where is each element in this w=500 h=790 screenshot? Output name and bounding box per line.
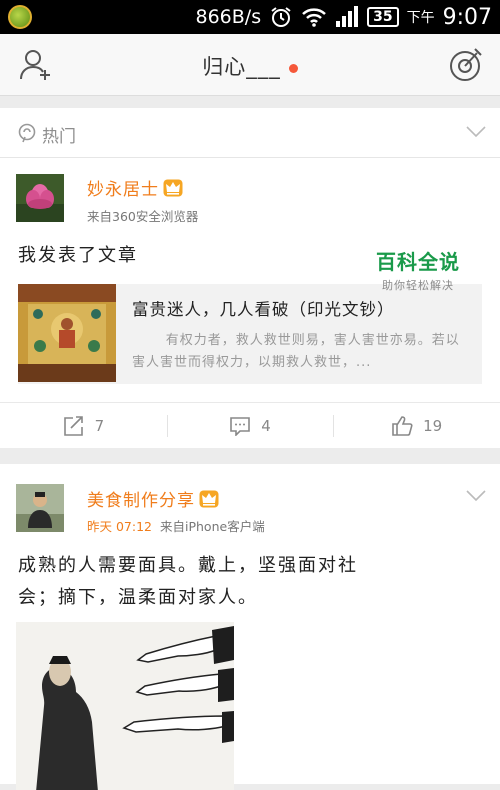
like-count: 19 xyxy=(423,416,443,435)
top-bar: 归心___ xyxy=(0,34,500,96)
repost-count: 7 xyxy=(94,416,105,435)
watermark-subtitle: 助你轻松解决 xyxy=(382,279,454,292)
post-text: 我发表了文章 xyxy=(18,245,138,266)
post-source: 来自iPhone客户端 xyxy=(160,519,265,534)
network-speed: 866B/s xyxy=(195,6,262,28)
comment-icon xyxy=(230,416,251,436)
repost-button[interactable]: 7 xyxy=(0,403,167,448)
post-card[interactable]: 美食制作分享 昨天 07:12 来自iPhone客户端 成熟的人需要面具。戴上，坚… xyxy=(0,464,500,790)
status-bar: 866B/s 35 下午 9:07 xyxy=(0,0,500,34)
post-card[interactable]: 妙永居士 来自360安全浏览器 我发表了文章 富贵迷人，几人看破（印光文钞） 有… xyxy=(0,158,500,448)
post-time: 昨天 07:12 xyxy=(87,519,152,534)
watermark-title: 百科全说 xyxy=(376,250,460,274)
chevron-down-icon[interactable] xyxy=(466,126,486,138)
lotus-avatar-image xyxy=(16,174,64,222)
post-source: 来自360安全浏览器 xyxy=(87,209,199,224)
status-right: 866B/s 35 下午 9:07 xyxy=(196,0,493,34)
page-title-text: 归心___ xyxy=(202,55,281,79)
post-meta: 昨天 07:12 来自iPhone客户端 xyxy=(87,516,265,535)
post-text-line: 会；摘下，温柔面对家人。 xyxy=(18,587,258,608)
hot-section-header[interactable]: 热门 xyxy=(0,108,500,158)
like-button[interactable]: 19 xyxy=(333,403,500,448)
pointing-hands-illustration xyxy=(16,622,234,790)
alarm-icon xyxy=(271,7,291,27)
post-image[interactable] xyxy=(16,622,234,790)
post-meta: 来自360安全浏览器 xyxy=(87,206,198,225)
clock: 9:07 xyxy=(442,4,492,30)
comment-button[interactable]: 4 xyxy=(166,403,334,448)
username-text: 美食制作分享 xyxy=(87,491,195,511)
post-actions: 7 4 19 xyxy=(0,402,500,448)
page-title[interactable]: 归心___ xyxy=(0,51,500,81)
thumbs-up-icon xyxy=(392,415,413,436)
watermark-logo: 百科全说 助你轻松解决 xyxy=(376,246,460,293)
time-period: 下午 xyxy=(406,10,435,26)
share-edit-icon xyxy=(63,415,83,436)
chevron-down-icon[interactable] xyxy=(466,490,486,502)
notification-dot xyxy=(288,63,298,73)
article-thumbnail xyxy=(18,284,116,382)
buddhist-painting-image xyxy=(18,284,116,382)
username[interactable]: 妙永居士 xyxy=(87,175,183,200)
post-text-line: 成熟的人需要面具。戴上，坚强面对社 xyxy=(18,555,358,576)
hot-section-label: 热门 xyxy=(42,127,76,147)
hot-topic-icon xyxy=(18,123,36,143)
signal-icon xyxy=(336,6,359,27)
avatar[interactable] xyxy=(16,174,64,222)
shared-article[interactable]: 富贵迷人，几人看破（印光文钞） 有权力者，救人救世则易，害人害世亦易。若以害人害… xyxy=(18,284,482,384)
battery-indicator: 35 xyxy=(367,7,399,27)
avatar[interactable] xyxy=(16,484,64,532)
crown-badge-icon xyxy=(199,490,219,508)
username-text: 妙永居士 xyxy=(87,180,159,200)
article-title: 富贵迷人，几人看破（印光文钞） xyxy=(132,300,395,319)
man-avatar-image xyxy=(16,484,64,532)
crown-badge-icon xyxy=(163,179,183,197)
username[interactable]: 美食制作分享 xyxy=(87,486,219,511)
article-summary: 有权力者，救人救世则易，害人害世亦易。若以害人害世而得权力，以期救人救世，... xyxy=(132,333,460,370)
radar-icon xyxy=(450,48,482,81)
comment-count: 4 xyxy=(261,416,271,435)
app-notification-icon xyxy=(8,5,32,29)
wifi-icon xyxy=(302,8,326,27)
post-text: 成熟的人需要面具。戴上，坚强面对社 会；摘下，温柔面对家人。 xyxy=(18,550,358,614)
radar-button[interactable] xyxy=(448,47,484,83)
